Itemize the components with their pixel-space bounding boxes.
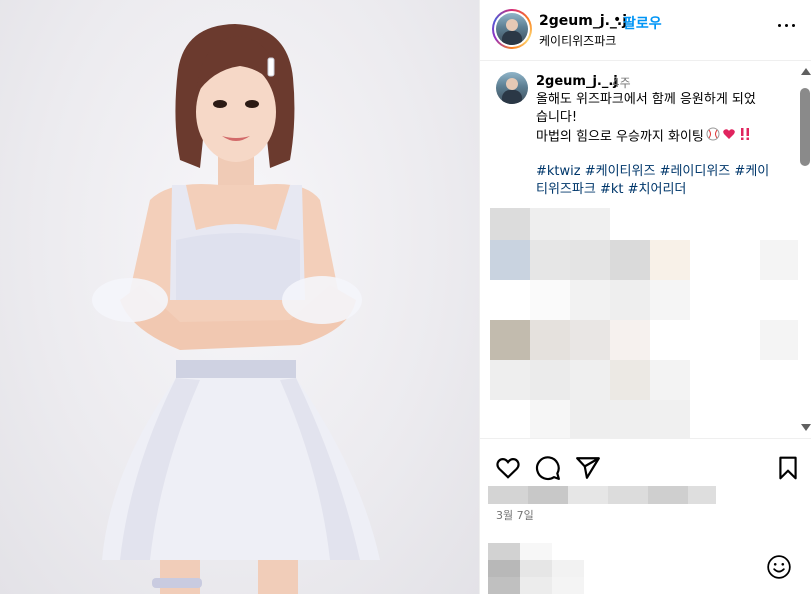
caption-scrollbar[interactable] <box>798 66 811 436</box>
comment-icon[interactable] <box>535 455 561 481</box>
caption-avatar[interactable] <box>496 72 528 104</box>
post-side-panel: 2geum_j._.j • 팔로우 케이티위즈파크 2geum_j._.j 4주… <box>479 0 811 594</box>
caption-line-with-emoji: 마법의 힘으로 우승까지 화이팅 <box>536 127 776 147</box>
heart-icon <box>722 127 736 147</box>
follow-button[interactable]: 팔로우 <box>623 13 662 33</box>
location-label[interactable]: 케이티위즈파크 <box>539 32 616 49</box>
smiley-icon[interactable] <box>766 554 792 580</box>
blurred-comment-input <box>488 543 618 594</box>
caption-username[interactable]: 2geum_j._.j <box>536 74 618 89</box>
caption-line: 올해도 위즈파크에서 함께 응원하게 되었 <box>536 92 756 107</box>
heart-outline-icon[interactable] <box>495 455 521 481</box>
blurred-comments <box>490 208 798 438</box>
send-icon[interactable] <box>575 455 601 481</box>
separator-dot: • <box>613 12 622 28</box>
double-exclamation-icon <box>738 127 752 147</box>
blurred-likes <box>488 486 716 504</box>
hashtag-link[interactable]: #치어리더 <box>628 182 687 197</box>
caption-area: 2geum_j._.j 4주 올해도 위즈파크에서 함께 응원하게 되었 습니다… <box>480 62 798 438</box>
baseball-icon <box>706 127 720 147</box>
post-photo[interactable] <box>0 0 479 594</box>
caption-line-text: 마법의 힘으로 우승까지 화이팅 <box>536 129 704 145</box>
hashtags: #ktwiz #케이티위즈 #레이디위즈 #케이 티위즈파크 #kt #치어리더 <box>536 163 776 199</box>
hashtag-link[interactable]: #ktwiz <box>536 164 581 179</box>
post-date[interactable]: 3월 7일 <box>496 507 534 523</box>
scroll-up-arrow-icon[interactable] <box>801 68 811 75</box>
hashtag-link[interactable]: #케이 <box>734 164 769 179</box>
caption-time[interactable]: 4주 <box>612 74 631 91</box>
hashtag-link[interactable]: #kt <box>600 182 624 197</box>
scrollbar-thumb[interactable] <box>800 88 810 166</box>
hashtag-link[interactable]: #케이티위즈 <box>585 164 656 179</box>
hashtag-link[interactable]: 티위즈파크 <box>536 182 596 197</box>
cheerleader-image <box>92 24 380 594</box>
bookmark-icon[interactable] <box>775 455 801 481</box>
scroll-down-arrow-icon[interactable] <box>801 424 811 431</box>
hashtag-link[interactable]: #레이디위즈 <box>660 164 731 179</box>
post-header: 2geum_j._.j • 팔로우 케이티위즈파크 <box>480 0 811 61</box>
profile-avatar[interactable] <box>492 9 532 49</box>
caption-text: 올해도 위즈파크에서 함께 응원하게 되었 습니다! 마법의 힘으로 우승까지 … <box>536 91 776 147</box>
caption-line: 습니다! <box>536 110 578 125</box>
more-horizontal-icon[interactable] <box>776 14 798 36</box>
